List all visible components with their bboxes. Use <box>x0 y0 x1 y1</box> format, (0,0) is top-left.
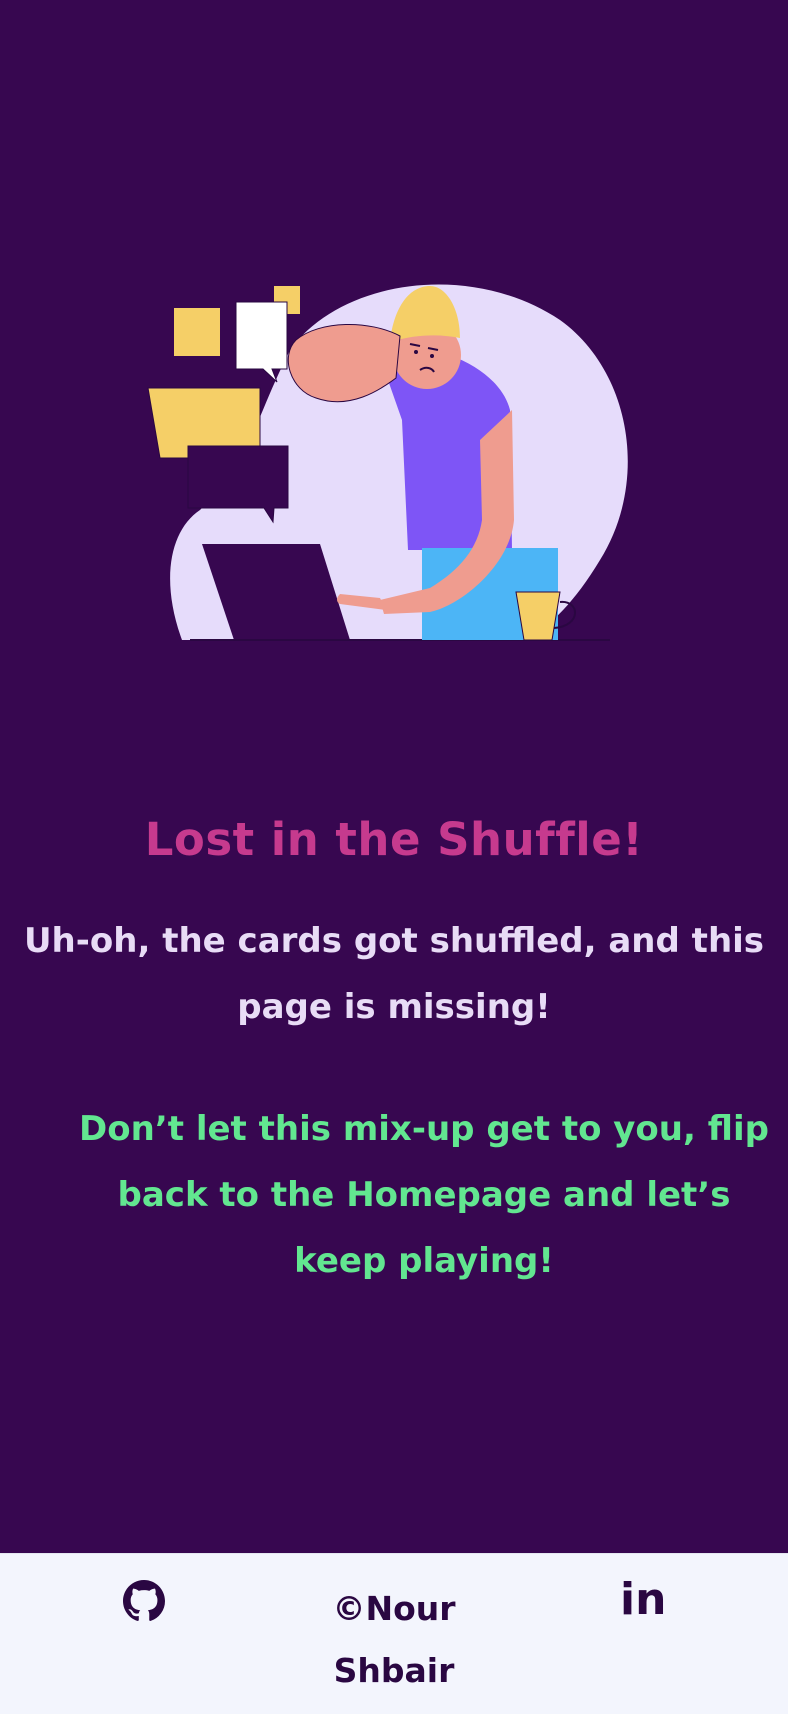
page-title: Lost in the Shuffle! <box>144 813 644 866</box>
linkedin-icon[interactable]: in <box>620 1572 666 1628</box>
copyright-text: ©Nour Shbair <box>332 1589 456 1690</box>
error-message: Uh-oh, the cards got shuffled, and this … <box>23 921 765 1027</box>
lost-illustration <box>147 284 628 641</box>
footer: ©Nour Shbair in <box>0 1553 788 1714</box>
homepage-hint[interactable]: Don’t let this mix-up get to you, flip b… <box>70 1096 778 1294</box>
sticky-note-left <box>174 308 220 356</box>
github-icon[interactable] <box>123 1580 165 1622</box>
speech-bubble-white <box>235 301 288 383</box>
coffee-mug <box>515 591 561 641</box>
